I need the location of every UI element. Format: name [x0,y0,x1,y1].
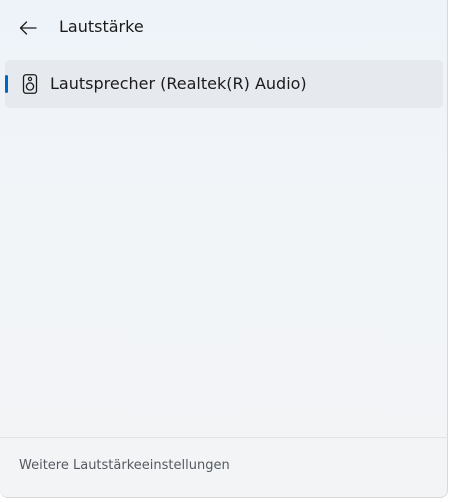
flyout-footer: Weitere Lautstärkeeinstellungen [0,438,448,498]
back-button[interactable] [12,12,44,44]
audio-device-label: Lautsprecher (Realtek(R) Audio) [50,74,307,93]
flyout-header: Lautstärke [0,0,448,56]
arrow-left-icon [19,21,37,35]
selected-indicator [5,75,8,93]
more-volume-settings-link[interactable]: Weitere Lautstärkeeinstellungen [19,457,230,475]
speaker-icon [22,74,38,94]
audio-device-item[interactable]: Lautsprecher (Realtek(R) Audio) [5,60,443,108]
page-title: Lautstärke [59,17,144,36]
volume-flyout: Lautstärke Lautsprecher (Realtek(R) Audi… [0,0,448,498]
audio-device-list: Lautsprecher (Realtek(R) Audio) [5,60,443,108]
